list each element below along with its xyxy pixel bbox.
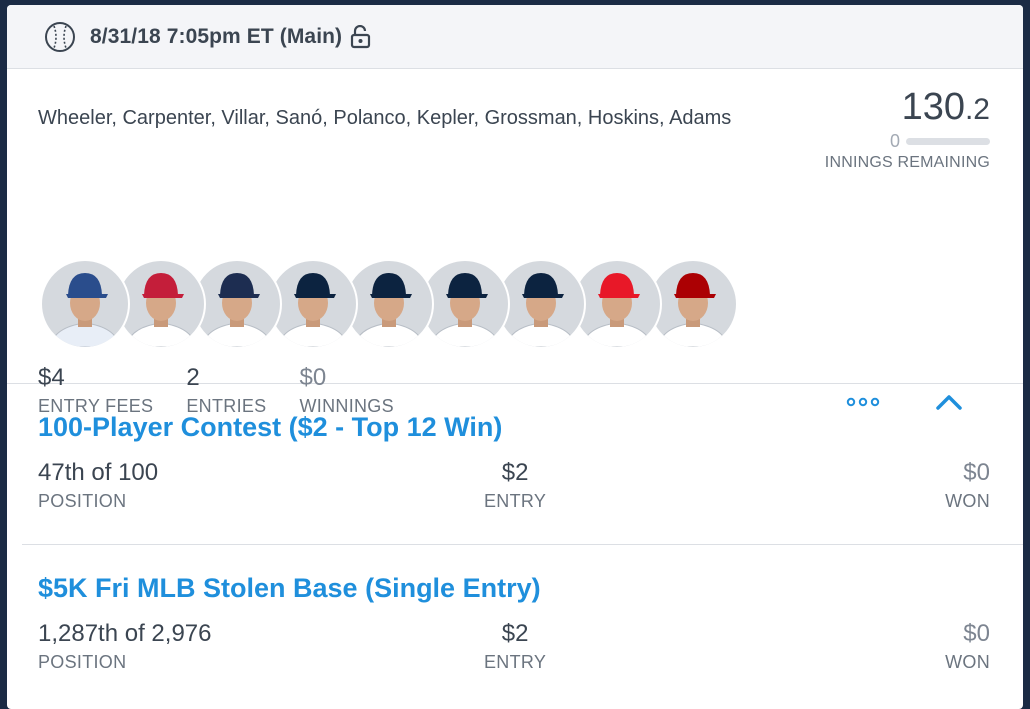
- entry-label: ENTRY: [484, 652, 547, 672]
- won-value: $0: [963, 620, 990, 647]
- won-label: WON: [945, 652, 990, 672]
- contest-row[interactable]: 100-Player Contest ($2 - Top 12 Win) 47t…: [7, 384, 1023, 544]
- entry-value: $2: [501, 620, 529, 647]
- slate-header[interactable]: 8/31/18 7:05pm ET (Main): [7, 5, 1023, 69]
- fantasy-points-decimal: .2: [964, 93, 990, 126]
- contest-won: $0 WON: [945, 459, 990, 512]
- innings-remaining-row: 0: [825, 130, 990, 152]
- contest-won: $0 WON: [945, 620, 990, 673]
- slate-card: 8/31/18 7:05pm ET (Main) Wheeler, Carpen…: [7, 5, 1023, 709]
- player-avatars: [40, 259, 738, 349]
- lineup-score: 130.2 0 INNINGS REMAINING: [825, 87, 990, 172]
- baseball-icon: [44, 21, 76, 53]
- contest-title-link[interactable]: 100-Player Contest ($2 - Top 12 Win): [38, 412, 502, 443]
- player-headshot-icon: [581, 273, 653, 347]
- contest-entry: $2 ENTRY: [484, 459, 546, 512]
- player-headshot-icon: [277, 273, 349, 347]
- player-avatar[interactable]: [40, 259, 130, 349]
- lineup-player-names: Wheeler, Carpenter, Villar, Sanó, Polanc…: [38, 107, 732, 129]
- contest-position: 1,287th of 2,976 POSITION: [38, 620, 211, 673]
- unlock-icon: [350, 24, 372, 49]
- position-label: POSITION: [38, 652, 127, 672]
- position-value: 47th of 100: [38, 459, 159, 486]
- contest-title-link[interactable]: $5K Fri MLB Stolen Base (Single Entry): [38, 573, 541, 604]
- player-headshot-icon: [505, 273, 577, 347]
- contest-row[interactable]: $5K Fri MLB Stolen Base (Single Entry) 1…: [22, 544, 1023, 704]
- innings-remaining-count: 0: [889, 130, 900, 151]
- entry-label: ENTRY: [484, 491, 547, 511]
- contest-position: 47th of 100 POSITION: [38, 459, 158, 512]
- innings-remaining-label: INNINGS REMAINING: [824, 154, 990, 171]
- player-headshot-icon: [429, 273, 501, 347]
- innings-progress-bar: [906, 137, 990, 145]
- player-headshot-icon: [657, 273, 729, 347]
- player-headshot-icon: [353, 273, 425, 347]
- position-label: POSITION: [38, 491, 127, 511]
- player-headshot-icon: [201, 273, 273, 347]
- player-headshot-icon: [49, 273, 121, 347]
- position-value: 1,287th of 2,976: [38, 620, 212, 647]
- won-label: WON: [945, 491, 990, 511]
- fantasy-points-whole: 130: [901, 86, 965, 128]
- entry-value: $2: [501, 459, 529, 486]
- lineup-section: Wheeler, Carpenter, Villar, Sanó, Polanc…: [7, 69, 1023, 416]
- fantasy-points: 130.2: [825, 87, 990, 130]
- contest-entry: $2 ENTRY: [484, 620, 546, 673]
- slate-title: 8/31/18 7:05pm ET (Main): [90, 24, 343, 48]
- player-headshot-icon: [125, 273, 197, 347]
- won-value: $0: [963, 459, 990, 486]
